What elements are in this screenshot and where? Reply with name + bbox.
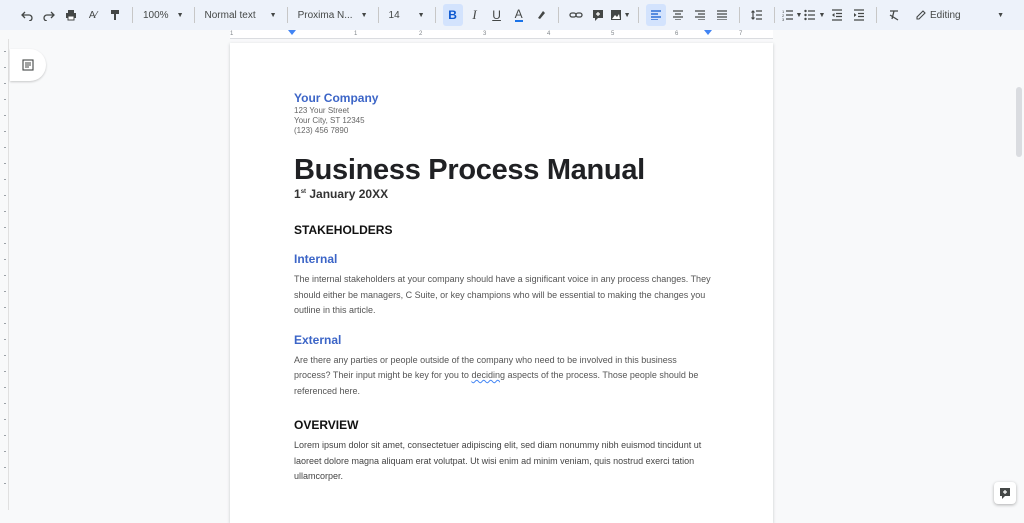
ruler-number: 6 bbox=[675, 30, 678, 38]
decrease-indent-icon[interactable] bbox=[827, 4, 847, 26]
stakeholders-heading: STAKEHOLDERS bbox=[294, 223, 714, 237]
font-select[interactable]: Proxima N... ▼ bbox=[294, 4, 372, 26]
link-icon[interactable] bbox=[566, 4, 586, 26]
print-icon[interactable] bbox=[61, 4, 81, 26]
scrollbar-thumb[interactable] bbox=[1016, 87, 1022, 157]
address-line: 123 Your Street bbox=[294, 106, 714, 116]
ruler-number: 3 bbox=[483, 30, 486, 38]
bulleted-list-icon[interactable]: ▼ bbox=[804, 4, 825, 26]
increase-indent-icon[interactable] bbox=[849, 4, 869, 26]
align-center-icon[interactable] bbox=[668, 4, 688, 26]
overview-heading: OVERVIEW bbox=[294, 418, 714, 432]
line-spacing-icon[interactable] bbox=[747, 4, 767, 26]
redo-icon[interactable] bbox=[39, 4, 59, 26]
vertical-scrollbar[interactable] bbox=[1014, 39, 1024, 510]
chevron-down-icon: ▼ bbox=[997, 12, 1004, 19]
ruler-number: 2 bbox=[419, 30, 422, 38]
document-page[interactable]: Your Company 123 Your Street Your City, … bbox=[230, 43, 773, 523]
outline-icon bbox=[22, 59, 34, 71]
add-comment-icon bbox=[999, 487, 1011, 499]
document-date: 1st January 20XX bbox=[294, 187, 714, 201]
underline-icon[interactable]: U bbox=[487, 4, 507, 26]
horizontal-ruler[interactable]: 1 1 2 3 4 5 6 7 bbox=[0, 30, 1024, 39]
paint-format-icon[interactable] bbox=[105, 4, 125, 26]
mode-select[interactable]: Editing ▼ bbox=[916, 4, 1004, 26]
right-indent-marker[interactable] bbox=[704, 30, 712, 35]
date-day: 1 bbox=[294, 187, 301, 201]
text-color-icon[interactable]: A bbox=[509, 4, 529, 26]
internal-heading: Internal bbox=[294, 252, 714, 266]
style-value: Normal text bbox=[205, 10, 256, 21]
chevron-down-icon: ▼ bbox=[177, 12, 184, 19]
justify-icon[interactable] bbox=[712, 4, 732, 26]
document-title: Business Process Manual bbox=[294, 153, 714, 187]
chevron-down-icon: ▼ bbox=[418, 12, 425, 19]
address-line: Your City, ST 12345 bbox=[294, 116, 714, 126]
image-icon[interactable]: ▼ bbox=[610, 4, 631, 26]
toolbar: A⁄ 100%▼ Normal text▼ Proxima N...▼ 14▼ … bbox=[0, 0, 1024, 30]
separator bbox=[638, 7, 639, 23]
clear-formatting-icon[interactable] bbox=[884, 4, 904, 26]
separator bbox=[876, 7, 877, 23]
separator bbox=[739, 7, 740, 23]
address-line: (123) 456 7890 bbox=[294, 126, 714, 136]
font-size-value: 14 bbox=[389, 10, 400, 21]
separator bbox=[435, 7, 436, 23]
font-size-select[interactable]: 14 ▼ bbox=[385, 4, 429, 26]
document-body[interactable]: Your Company 123 Your Street Your City, … bbox=[294, 91, 714, 485]
bold-icon[interactable]: B bbox=[443, 4, 463, 26]
ruler-number: 5 bbox=[611, 30, 614, 38]
vertical-ruler bbox=[0, 39, 9, 510]
svg-text:3: 3 bbox=[782, 17, 785, 21]
numbered-list-icon[interactable]: 123▼ bbox=[782, 4, 803, 26]
separator bbox=[774, 7, 775, 23]
spellcheck-icon[interactable]: A⁄ bbox=[83, 4, 103, 26]
mode-value: Editing bbox=[930, 10, 961, 21]
style-select[interactable]: Normal text ▼ bbox=[201, 4, 281, 26]
left-indent-marker[interactable] bbox=[288, 30, 296, 35]
separator bbox=[558, 7, 559, 23]
separator bbox=[132, 7, 133, 23]
internal-paragraph: The internal stakeholders at your compan… bbox=[294, 272, 714, 319]
separator bbox=[287, 7, 288, 23]
pencil-icon bbox=[916, 10, 926, 20]
date-rest: January 20XX bbox=[306, 187, 388, 201]
align-right-icon[interactable] bbox=[690, 4, 710, 26]
company-name: Your Company bbox=[294, 91, 714, 106]
external-heading: External bbox=[294, 333, 714, 347]
zoom-select[interactable]: 100% ▼ bbox=[139, 4, 188, 26]
document-outline-button[interactable] bbox=[10, 49, 46, 81]
add-comment-button[interactable] bbox=[994, 482, 1016, 504]
ruler-number: 1 bbox=[230, 30, 233, 38]
comment-icon[interactable] bbox=[588, 4, 608, 26]
ruler-number: 1 bbox=[354, 30, 357, 38]
chevron-down-icon: ▼ bbox=[270, 12, 277, 19]
overview-paragraph: Lorem ipsum dolor sit amet, consectetuer… bbox=[294, 438, 714, 485]
ruler-number: 4 bbox=[547, 30, 550, 38]
separator bbox=[194, 7, 195, 23]
undo-icon[interactable] bbox=[17, 4, 37, 26]
external-paragraph: Are there any parties or people outside … bbox=[294, 353, 714, 400]
spelling-suggestion-word[interactable]: deciding bbox=[471, 370, 505, 380]
zoom-value: 100% bbox=[143, 10, 169, 21]
highlight-icon[interactable] bbox=[531, 4, 551, 26]
font-value: Proxima N... bbox=[298, 10, 353, 21]
align-left-icon[interactable] bbox=[646, 4, 666, 26]
ruler-track: 1 1 2 3 4 5 6 7 bbox=[230, 30, 773, 39]
ruler-number: 7 bbox=[739, 30, 742, 38]
separator bbox=[378, 7, 379, 23]
italic-icon[interactable]: I bbox=[465, 4, 485, 26]
chevron-down-icon: ▼ bbox=[361, 12, 368, 19]
